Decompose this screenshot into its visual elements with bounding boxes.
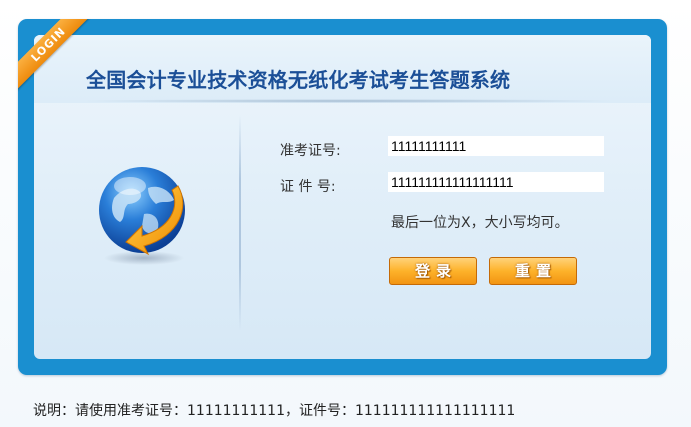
footer-note: 说明：请使用准考证号：11111111111，证件号：1111111111111… [33,403,516,419]
cert-id-hint: 最后一位为X，大小写均可。 [391,215,569,231]
reset-button[interactable]: 重置 [489,257,577,285]
login-ribbon: LOGIN [18,19,96,92]
exam-id-field[interactable] [388,136,604,156]
cert-id-label: 证 件 号: [280,179,336,195]
login-ribbon-container: LOGIN [18,19,108,109]
cert-id-field[interactable] [388,172,604,192]
page-title: 全国会计专业技术资格无纸化考试考生答题系统 [86,68,511,92]
login-button[interactable]: 登录 [389,257,477,285]
login-frame: 全国会计专业技术资格无纸化考试考生答题系统 准考证号: 11111111111 … [18,19,667,375]
header-separator [74,99,624,103]
exam-id-label: 准考证号: [280,143,341,159]
vertical-divider [239,115,241,331]
globe-icon [99,167,185,265]
login-panel: 全国会计专业技术资格无纸化考试考生答题系统 准考证号: 11111111111 … [34,35,651,359]
